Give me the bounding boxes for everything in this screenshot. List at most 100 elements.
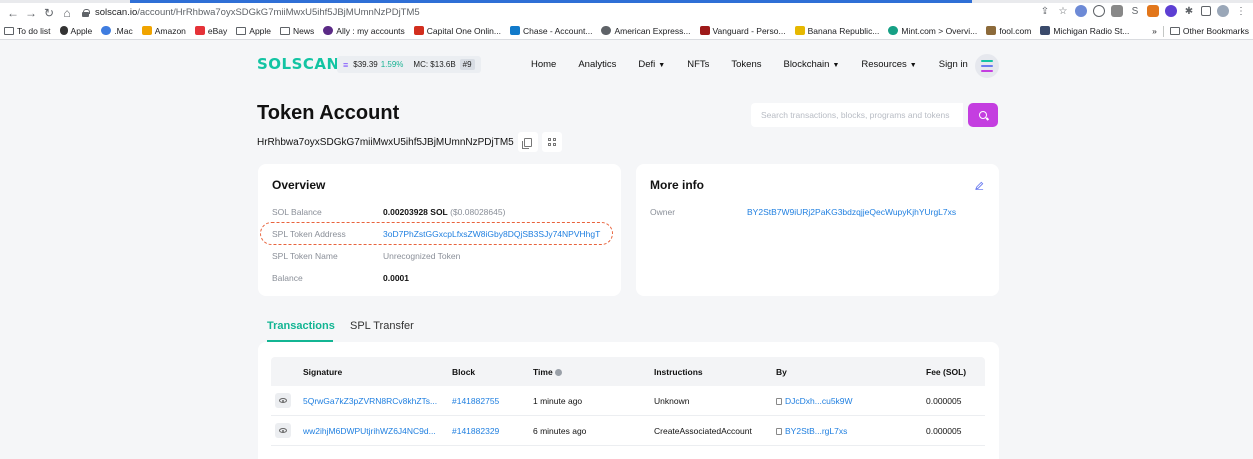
back-arrow-icon[interactable]: ← [6,6,20,20]
more-info-card: More info Owner BY2StB7W9iURj2PaKG3bdzqj… [636,164,999,296]
reload-icon[interactable]: ↻ [42,6,56,20]
nav-sign-in[interactable]: Sign in [939,59,968,70]
edit-pencil-icon[interactable] [975,181,984,190]
view-details-button[interactable] [275,423,291,438]
transactions-card: Signature Block Time Instructions By Fee… [258,342,999,459]
bookmarks-bar: To do list Apple .Mac Amazon eBay Apple … [0,22,1253,40]
bookmark-item[interactable]: News [280,26,314,36]
apple-icon [59,26,68,35]
nav-nfts[interactable]: NFTs [687,59,709,70]
signature-link[interactable]: 5QrwGa7kZ3pZVRN8RCv8khZTs... [303,396,437,406]
bookmark-item[interactable]: Michigan Radio St... [1040,26,1129,36]
copy-icon[interactable] [776,398,782,405]
bookmark-item[interactable]: Apple [236,26,271,36]
other-bookmarks[interactable]: Other Bookmarks [1183,26,1249,36]
column-header-by: By [776,367,787,377]
caret-down-icon: ▼ [832,62,840,69]
bookmark-item[interactable]: eBay [194,26,227,36]
bookmark-item[interactable]: Ally : my accounts [323,26,405,36]
copy-address-button[interactable] [517,132,538,152]
bookmark-item[interactable]: Apple [59,26,92,36]
by-link[interactable]: BY2StB...rgL7xs [776,426,847,436]
copy-icon[interactable] [776,428,782,435]
bookmark-item[interactable]: To do list [4,26,51,36]
bookmark-item[interactable]: .Mac [101,25,133,36]
table-header: Signature Block Time Instructions By Fee… [271,357,985,386]
qr-code-button[interactable] [541,132,562,152]
fee-cell: 0.000005 [926,396,962,406]
block-link[interactable]: #141882755 [452,396,499,406]
profile-avatar-icon[interactable] [1217,5,1229,17]
extension-1-icon[interactable] [1075,5,1087,17]
table-row: 5QrwGa7kZ3pZVRN8RCv8khZTs... #141882755 … [271,386,985,416]
share-icon[interactable]: ⇪ [1039,5,1051,17]
bookmark-item[interactable]: Vanguard - Perso... [699,25,786,36]
search-button[interactable] [968,103,998,127]
amazon-icon [141,26,152,35]
extension-icons: ⇪ ☆ S ✱ ⋮ [1039,5,1247,17]
bookmark-label: American Express... [614,25,691,36]
owner-address-link[interactable]: BY2StB7W9iURj2PaKG3bdzqjjeQecWupyKjhYUrg… [747,207,956,217]
capital-one-icon [413,26,424,35]
bookmark-label: Apple [249,25,272,36]
extension-3-icon[interactable] [1111,5,1123,17]
view-details-button[interactable] [275,393,291,408]
more-info-title: More info [650,178,704,192]
column-header-time-label: Time [533,367,553,377]
bookmark-item[interactable]: Banana Republic... [794,25,880,36]
forward-arrow-icon[interactable]: → [24,6,38,20]
bookmark-item[interactable]: Capital One Onlin... [413,26,501,36]
spl-token-address-link[interactable]: 3oD7PhZstGGxcpLfxsZW8iGby8DQjSB3SJy74NPV… [383,229,600,239]
bookmark-item[interactable]: American Express... [601,25,691,36]
overview-card: Overview SOL Balance 0.00203928 SOL ($0.… [258,164,621,296]
bookmarks-overflow-button[interactable]: » [1152,26,1157,36]
tab-spl-transfer[interactable]: SPL Transfer [350,320,414,332]
folder-icon [1169,27,1180,35]
nav-tokens[interactable]: Tokens [731,59,761,70]
balance-value: 0.0001 [383,273,409,283]
star-icon[interactable]: ☆ [1057,5,1069,17]
spl-token-name-value: Unrecognized Token [383,251,461,261]
address-bar[interactable]: solscan.io/account/HrRhbwa7oyxSDGkG7miiM… [82,5,420,20]
block-link[interactable]: #141882329 [452,426,499,436]
column-header-time[interactable]: Time [533,367,562,377]
metamask-icon[interactable] [1147,5,1159,17]
bookmark-label: Vanguard - Perso... [712,25,786,36]
folder-icon [4,26,14,35]
fool-icon [986,26,997,35]
bookmark-label: Ally : my accounts [336,25,405,36]
balance-label: Balance [272,273,303,283]
bookmark-item[interactable]: fool.com [986,26,1031,36]
hamburger-menu-icon[interactable] [975,54,999,78]
bookmark-item[interactable]: Mint.com > Overvi... [888,26,977,36]
column-header-fee: Fee (SOL) [926,367,967,377]
bookmark-label: Banana Republic... [807,25,880,36]
nav-defi[interactable]: Defi ▼ [638,59,665,70]
browser-toolbar: ← → ↻ ⌂ solscan.io/account/HrRhbwa7oyxSD… [0,3,1253,22]
vanguard-icon [699,26,710,35]
tab-transactions[interactable]: Transactions [267,320,335,332]
extension-5-icon[interactable] [1165,5,1177,17]
by-link[interactable]: DJcDxh...cu5k9W [776,396,853,406]
extension-4-icon[interactable]: S [1129,5,1141,17]
bookmark-item[interactable]: Amazon [141,26,186,36]
nav-analytics[interactable]: Analytics [578,59,616,70]
sol-price: $39.39 [353,60,378,69]
bookmark-label: .Mac [114,25,133,36]
column-header-instructions: Instructions [654,367,703,377]
nav-blockchain-label: Blockchain [783,59,830,70]
nav-resources[interactable]: Resources ▼ [861,59,916,70]
amex-icon [601,26,612,35]
sidebar-icon[interactable] [1201,6,1211,16]
kebab-menu-icon[interactable]: ⋮ [1235,5,1247,17]
nav-home[interactable]: Home [531,59,556,70]
home-icon[interactable]: ⌂ [60,6,74,20]
solscan-logo[interactable]: SOLSCAN [257,55,340,73]
bookmark-item[interactable]: Chase - Account... [509,26,592,36]
transactions-table: Signature Block Time Instructions By Fee… [271,357,985,446]
extension-2-icon[interactable] [1093,5,1105,17]
search-input[interactable] [751,103,963,127]
puzzle-icon[interactable]: ✱ [1183,5,1195,17]
nav-blockchain[interactable]: Blockchain ▼ [783,59,839,70]
signature-link[interactable]: ww2ihjM6DWPUtjrihWZ6J4NC9d... [303,426,436,436]
